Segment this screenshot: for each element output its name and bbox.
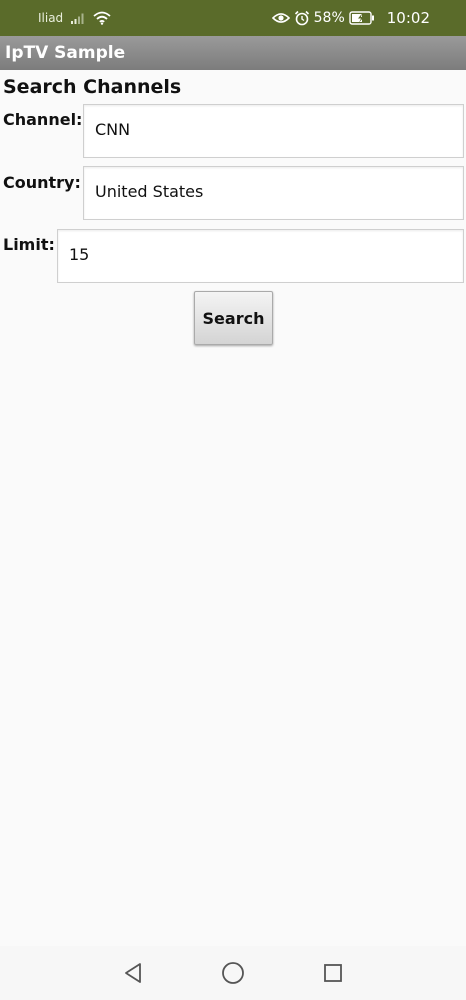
carrier-name: Iliad: [38, 11, 64, 25]
search-button[interactable]: Search: [194, 291, 273, 345]
clock: 10:02: [386, 9, 430, 27]
country-label: Country:: [3, 173, 81, 192]
back-button[interactable]: [120, 960, 146, 986]
app-title-bar: IpTV Sample: [0, 36, 466, 70]
battery-charging-icon: [349, 11, 375, 25]
limit-label: Limit:: [3, 235, 55, 254]
battery-percent: 58%: [313, 10, 345, 26]
signal-icon: [71, 12, 85, 24]
country-input[interactable]: United States: [83, 166, 464, 220]
home-button[interactable]: [220, 960, 246, 986]
eye-icon: [271, 12, 290, 24]
home-icon: [221, 961, 245, 985]
app-title: IpTV Sample: [5, 43, 126, 63]
page-title: Search Channels: [3, 76, 182, 98]
recents-icon: [322, 962, 344, 984]
back-icon: [122, 962, 144, 984]
channel-input[interactable]: CNN: [83, 104, 464, 158]
channel-label: Channel:: [3, 110, 83, 129]
recents-button[interactable]: [320, 960, 346, 986]
status-left: Iliad: [38, 0, 111, 36]
alarm-icon: [294, 10, 310, 26]
limit-input[interactable]: 15: [57, 229, 464, 283]
wifi-icon: [93, 11, 111, 25]
navigation-bar: [0, 946, 466, 1000]
status-right: 58% 10:02: [271, 0, 430, 36]
status-bar: Iliad 58% 10:02: [0, 0, 466, 36]
